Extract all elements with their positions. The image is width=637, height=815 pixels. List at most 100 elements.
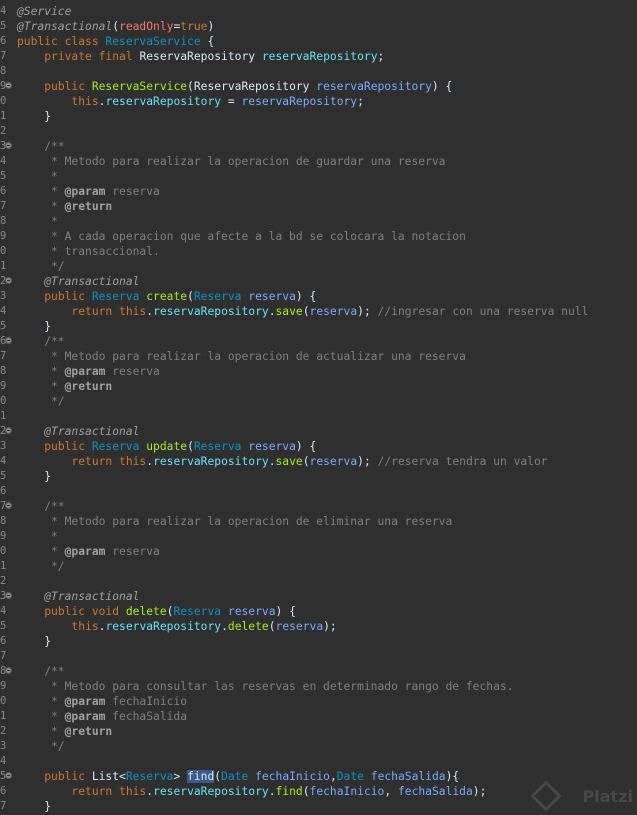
fold-toggle-icon[interactable] xyxy=(5,772,12,779)
code-line[interactable]: 4 public void delete(Reserva reserva) { xyxy=(0,604,637,619)
code-token: Date xyxy=(336,770,371,783)
code-line[interactable]: 2 @Transactional xyxy=(0,424,637,439)
line-number: 0 xyxy=(0,545,7,557)
code-line[interactable]: 1 } xyxy=(0,109,637,124)
fold-toggle-icon[interactable] xyxy=(5,337,12,344)
code-line[interactable]: 6 public class ReservaService { xyxy=(0,34,637,49)
code-line[interactable]: 8 xyxy=(0,64,637,79)
code-token: @Transactional xyxy=(44,590,140,603)
fold-toggle-icon[interactable] xyxy=(5,142,12,149)
code-text: */ xyxy=(17,259,65,274)
code-token: . xyxy=(268,305,276,318)
code-token: reserva xyxy=(309,305,358,318)
code-token: reserva xyxy=(248,290,296,303)
code-text: @Transactional xyxy=(17,274,139,289)
code-token: /** xyxy=(17,335,65,348)
code-line[interactable]: 0 this.reservaRepository = reservaReposi… xyxy=(0,94,637,109)
code-line[interactable]: 4 @Service xyxy=(0,4,637,19)
code-token: @Service xyxy=(17,5,72,18)
code-token: */ xyxy=(17,740,65,753)
code-line[interactable]: 0 * @param fechaInicio xyxy=(0,694,637,709)
fold-toggle-icon[interactable] xyxy=(5,82,12,89)
code-line[interactable]: 4 * Metodo para realizar la operacion de… xyxy=(0,154,637,169)
code-token: this xyxy=(119,305,147,318)
code-line[interactable]: 2 xyxy=(0,574,637,589)
fold-toggle-icon[interactable] xyxy=(5,427,12,434)
line-number: 9 xyxy=(0,230,7,242)
code-token: ( xyxy=(187,290,194,303)
code-line[interactable]: 0 */ xyxy=(0,394,637,409)
code-line[interactable]: 3 @Transactional xyxy=(0,589,637,604)
code-line[interactable]: 4 return this.reservaRepository.save(res… xyxy=(0,304,637,319)
code-line[interactable]: 9 * @return xyxy=(0,379,637,394)
code-line[interactable]: 3 /** xyxy=(0,139,637,154)
code-line[interactable]: 7 /** xyxy=(0,499,637,514)
code-line[interactable]: 1 * @param fechaSalida xyxy=(0,709,637,724)
code-line[interactable]: 9 * Metodo para consultar las reservas e… xyxy=(0,679,637,694)
code-line[interactable]: 5 @Transactional(readOnly=true) xyxy=(0,19,637,34)
code-text: * xyxy=(17,214,58,229)
code-line[interactable]: 0 * transaccional. xyxy=(0,244,637,259)
code-line[interactable]: 4 xyxy=(0,754,637,769)
code-line[interactable]: 0 * @param reserva xyxy=(0,544,637,559)
code-text: * @param reserva xyxy=(17,364,160,379)
code-line[interactable]: 2 xyxy=(0,124,637,139)
code-line[interactable]: 9 * A cada operacion que afecte a la bd … xyxy=(0,229,637,244)
code-line[interactable]: 1 */ xyxy=(0,259,637,274)
code-line[interactable]: 2 @Transactional xyxy=(0,274,637,289)
code-editor[interactable]: 4 @Service 5 @Transactional(readOnly=true) 6… xyxy=(0,0,637,815)
code-token: ) { xyxy=(295,290,317,303)
code-line[interactable]: 8 /** xyxy=(0,664,637,679)
code-line[interactable]: 3 public Reserva create(Reserva reserva)… xyxy=(0,289,637,304)
code-token: //reserva tendra un valor xyxy=(377,455,548,468)
code-line[interactable]: 6 * @param reserva xyxy=(0,184,637,199)
code-line[interactable]: 5 public List<Reserva> find(Date fechaIn… xyxy=(0,769,637,784)
code-text: * Metodo para realizar la operacion de g… xyxy=(17,154,445,169)
code-line[interactable]: 5 } xyxy=(0,469,637,484)
line-number: 7 xyxy=(0,800,7,812)
fold-toggle-icon[interactable] xyxy=(5,667,12,674)
code-line[interactable]: 2 * @return xyxy=(0,724,637,739)
code-text: */ xyxy=(17,739,65,754)
line-number: 2 xyxy=(0,575,7,587)
code-line[interactable]: 1 xyxy=(0,409,637,424)
fold-toggle-icon[interactable] xyxy=(5,277,12,284)
code-token: /** xyxy=(17,500,65,513)
code-line[interactable]: 8 * @param reserva xyxy=(0,364,637,379)
code-line[interactable]: 7 * Metodo para realizar la operacion de… xyxy=(0,349,637,364)
code-line[interactable]: 8 * xyxy=(0,214,637,229)
code-token: fechaSalida xyxy=(370,770,446,783)
code-line[interactable]: 6 xyxy=(0,484,637,499)
code-line[interactable]: 1 */ xyxy=(0,559,637,574)
code-line[interactable]: 8 * Metodo para realizar la operacion de… xyxy=(0,514,637,529)
code-line[interactable]: 5 this.reservaRepository.delete(reserva)… xyxy=(0,619,637,634)
code-line[interactable]: 6 /** xyxy=(0,334,637,349)
fold-toggle-icon[interactable] xyxy=(5,502,12,509)
code-line[interactable]: 3 public Reserva update(Reserva reserva)… xyxy=(0,439,637,454)
code-line[interactable]: 9 public ReservaService(ReservaRepositor… xyxy=(0,79,637,94)
code-token: . xyxy=(221,620,228,633)
code-token: = xyxy=(221,95,242,108)
line-number: 0 xyxy=(0,245,7,257)
code-line[interactable]: 7 private final ReservaRepository reserv… xyxy=(0,49,637,64)
code-line[interactable]: 7 * @return xyxy=(0,199,637,214)
code-token: public xyxy=(44,440,92,453)
code-line[interactable]: 5 } xyxy=(0,319,637,334)
code-text: @Transactional(readOnly=true) xyxy=(17,19,214,34)
code-line[interactable]: 5 * xyxy=(0,169,637,184)
code-line[interactable]: 3 */ xyxy=(0,739,637,754)
code-line[interactable]: 7 xyxy=(0,649,637,664)
code-line[interactable]: 6 } xyxy=(0,634,637,649)
code-line[interactable]: 4 return this.reservaRepository.save(res… xyxy=(0,454,637,469)
code-token: */ xyxy=(17,395,65,408)
code-text: * @return xyxy=(17,724,112,739)
code-token: ) { xyxy=(275,605,296,618)
code-token: */ xyxy=(17,560,65,573)
code-line[interactable]: 9 * xyxy=(0,529,637,544)
line-number: 4 xyxy=(0,605,7,617)
fold-toggle-icon[interactable] xyxy=(5,592,12,599)
